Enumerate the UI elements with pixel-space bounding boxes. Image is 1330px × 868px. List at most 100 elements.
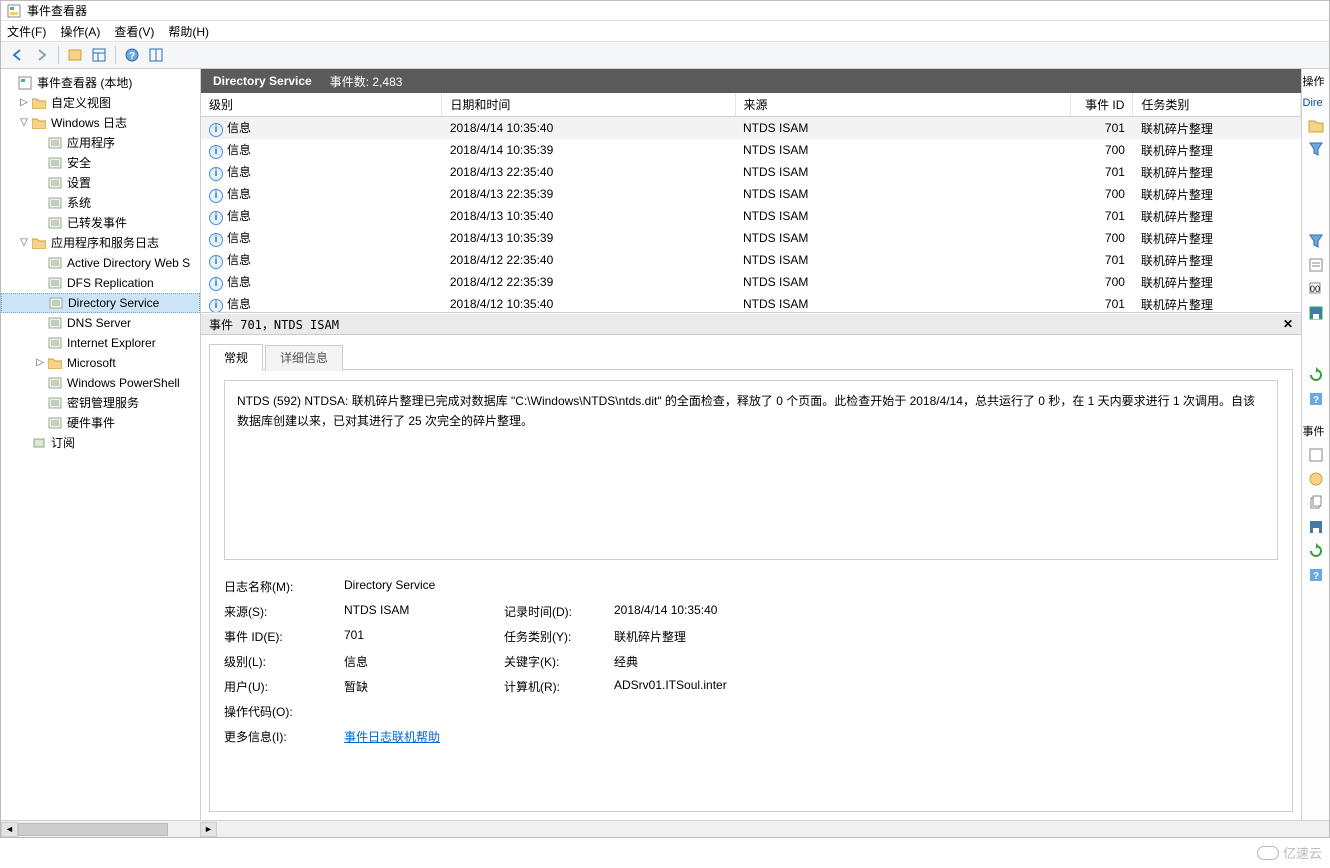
close-icon[interactable]: ✕ — [1283, 317, 1293, 331]
col-header-level[interactable]: 级别 — [201, 93, 442, 117]
value-logname: Directory Service — [344, 578, 1278, 595]
col-header-source[interactable]: 来源 — [735, 93, 1070, 117]
actions-header: 操作 — [1303, 73, 1329, 89]
attach-task-icon[interactable] — [1308, 471, 1324, 487]
svg-text:?: ? — [1312, 395, 1318, 406]
refresh2-icon[interactable] — [1308, 543, 1324, 559]
table-row[interactable]: i信息2018/4/13 10:35:40NTDS ISAM701联机碎片整理 — [201, 205, 1301, 227]
event-description: NTDS (592) NTDSA: 联机碎片整理已完成对数据库 "C:\Wind… — [224, 380, 1278, 560]
tree-log-item[interactable]: Windows PowerShell — [1, 373, 200, 393]
detail-header: 事件 701，NTDS ISAM ✕ — [201, 313, 1301, 335]
watermark: 亿速云 — [1257, 843, 1322, 862]
event-grid[interactable]: 级别 日期和时间 来源 事件 ID 任务类别 i信息2018/4/14 10:3… — [201, 93, 1301, 313]
col-header-date[interactable]: 日期和时间 — [442, 93, 735, 117]
panel-button-1[interactable] — [88, 44, 110, 66]
col-header-task[interactable]: 任务类别 — [1133, 93, 1301, 117]
value-task: 联机碎片整理 — [614, 628, 1278, 645]
tree-log-item[interactable]: Active Directory Web S — [1, 253, 200, 273]
table-row[interactable]: i信息2018/4/13 10:35:39NTDS ISAM700联机碎片整理 — [201, 227, 1301, 249]
scroll-thumb[interactable] — [18, 823, 168, 836]
value-source: NTDS ISAM — [344, 603, 504, 620]
tree-subscriptions[interactable]: 订阅 — [1, 433, 200, 453]
menu-file[interactable]: 文件(F) — [7, 23, 46, 40]
tree-log-item[interactable]: Directory Service — [1, 293, 200, 313]
scroll-left-icon[interactable]: ◄ — [1, 822, 18, 837]
table-row[interactable]: i信息2018/4/14 10:35:40NTDS ISAM701联机碎片整理 — [201, 117, 1301, 140]
menu-action[interactable]: 操作(A) — [60, 23, 100, 40]
tree-log-item[interactable]: 硬件事件 — [1, 413, 200, 433]
label-logname: 日志名称(M): — [224, 578, 344, 595]
separator — [58, 46, 59, 64]
tab-details[interactable]: 详细信息 — [265, 345, 343, 371]
filter2-icon[interactable] — [1308, 233, 1324, 249]
collapse-icon[interactable]: ▽ — [17, 113, 31, 133]
collapse-icon[interactable]: ▽ — [17, 233, 31, 253]
tree-log-item[interactable]: DFS Replication — [1, 273, 200, 293]
scroll-right-icon[interactable]: ► — [200, 822, 217, 837]
properties-icon[interactable] — [1308, 257, 1324, 273]
label-source: 来源(S): — [224, 603, 344, 620]
tree-log-item[interactable]: DNS Server — [1, 313, 200, 333]
tree-log-item[interactable]: ▷Microsoft — [1, 353, 200, 373]
moreinfo-link[interactable]: 事件日志联机帮助 — [344, 730, 440, 744]
tree-log-item[interactable]: 安全 — [1, 153, 200, 173]
info-icon: i — [209, 211, 223, 225]
tree-log-item[interactable]: 已转发事件 — [1, 213, 200, 233]
label-logged: 记录时间(D): — [504, 603, 614, 620]
svg-text:?: ? — [1312, 571, 1318, 582]
svg-text:?: ? — [129, 51, 135, 62]
help3-icon[interactable]: ? — [1308, 567, 1324, 583]
help2-icon[interactable]: ? — [1308, 391, 1324, 407]
value-level: 信息 — [344, 653, 504, 670]
label-task: 任务类别(Y): — [504, 628, 614, 645]
menu-view[interactable]: 查看(V) — [114, 23, 154, 40]
label-computer: 计算机(R): — [504, 678, 614, 695]
save-icon[interactable] — [1308, 305, 1324, 321]
event-prop-icon[interactable] — [1308, 447, 1324, 463]
tree-log-item[interactable]: 应用程序 — [1, 133, 200, 153]
menu-help[interactable]: 帮助(H) — [168, 23, 209, 40]
filter-icon[interactable] — [1308, 141, 1324, 157]
tree-app-service-logs[interactable]: ▽应用程序和服务日志 — [1, 233, 200, 253]
show-tree-button[interactable] — [64, 44, 86, 66]
tree-pane[interactable]: 事件查看器 (本地) ▷自定义视图 ▽Windows 日志 应用程序安全设置系统… — [1, 69, 201, 820]
expand-icon[interactable]: ▷ — [17, 93, 31, 113]
forward-button[interactable] — [31, 44, 53, 66]
table-row[interactable]: i信息2018/4/12 22:35:39NTDS ISAM700联机碎片整理 — [201, 271, 1301, 293]
copy-icon[interactable] — [1308, 495, 1324, 511]
center-pane: Directory Service 事件数: 2,483 级别 日期和时间 来源… — [201, 69, 1301, 820]
table-row[interactable]: i信息2018/4/12 22:35:40NTDS ISAM701联机碎片整理 — [201, 249, 1301, 271]
tree-windows-logs[interactable]: ▽Windows 日志 — [1, 113, 200, 133]
open-log-icon[interactable] — [1308, 117, 1324, 133]
actions-subheader: Dire — [1303, 97, 1329, 109]
table-row[interactable]: i信息2018/4/13 22:35:39NTDS ISAM700联机碎片整理 — [201, 183, 1301, 205]
col-header-id[interactable]: 事件 ID — [1070, 93, 1133, 117]
actions-subheader2: 事件 — [1303, 423, 1329, 439]
window-title: 事件查看器 — [27, 2, 87, 19]
tree-log-item[interactable]: 密钥管理服务 — [1, 393, 200, 413]
menu-bar: 文件(F) 操作(A) 查看(V) 帮助(H) — [1, 21, 1329, 41]
table-row[interactable]: i信息2018/4/14 10:35:39NTDS ISAM700联机碎片整理 — [201, 139, 1301, 161]
log-header: Directory Service 事件数: 2,483 — [201, 69, 1301, 93]
cloud-icon — [1257, 846, 1279, 860]
detail-body: NTDS (592) NTDSA: 联机碎片整理已完成对数据库 "C:\Wind… — [209, 369, 1293, 812]
tree-log-item[interactable]: 系统 — [1, 193, 200, 213]
tree-root[interactable]: 事件查看器 (本地) — [1, 73, 200, 93]
table-row[interactable]: i信息2018/4/13 22:35:40NTDS ISAM701联机碎片整理 — [201, 161, 1301, 183]
panel-button-2[interactable] — [145, 44, 167, 66]
back-button[interactable] — [7, 44, 29, 66]
app-icon — [7, 4, 21, 18]
event-properties: 日志名称(M):Directory Service 来源(S):NTDS ISA… — [224, 578, 1278, 745]
table-row[interactable]: i信息2018/4/12 10:35:40NTDS ISAM701联机碎片整理 — [201, 293, 1301, 313]
tree-custom-views[interactable]: ▷自定义视图 — [1, 93, 200, 113]
find-icon[interactable]: 00 — [1308, 281, 1324, 297]
info-icon: i — [209, 277, 223, 291]
tree-log-item[interactable]: 设置 — [1, 173, 200, 193]
save2-icon[interactable] — [1308, 519, 1324, 535]
help-button[interactable]: ? — [121, 44, 143, 66]
tree-log-item[interactable]: Internet Explorer — [1, 333, 200, 353]
info-icon: i — [209, 145, 223, 159]
tab-general[interactable]: 常规 — [209, 344, 263, 370]
refresh-icon[interactable] — [1308, 367, 1324, 383]
horizontal-scrollbar[interactable]: ◄ ► — [1, 820, 1329, 837]
